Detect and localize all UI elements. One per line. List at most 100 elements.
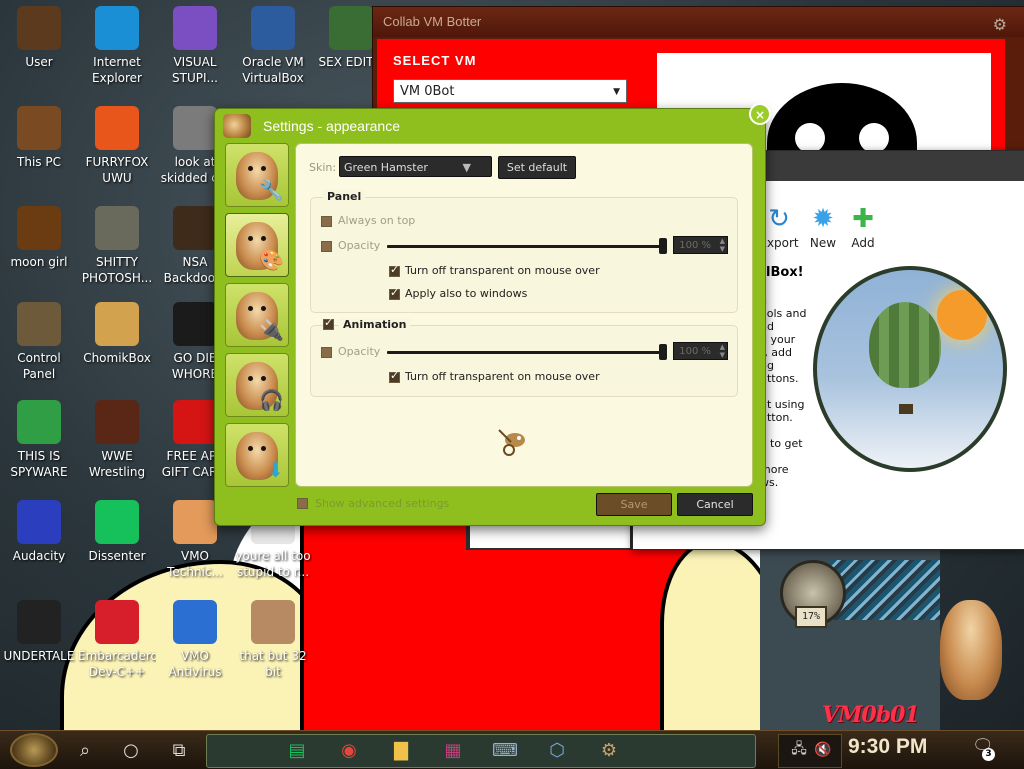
balloon-illustration	[813, 266, 1007, 472]
desktop-icon-label: This PC	[17, 155, 61, 169]
taskbar-clock[interactable]: 9:30 PM	[848, 735, 927, 759]
folder-icon[interactable]: ▇	[388, 737, 414, 763]
tab-downloads[interactable]: ⬇	[225, 423, 289, 487]
hamster-mascot[interactable]	[940, 600, 1002, 700]
animation-transparent-mouse-checkbox[interactable]	[389, 369, 400, 383]
spinner-arrows-icon[interactable]: ▲ ▼	[720, 343, 725, 359]
desktop-icon-label: Control Panel	[17, 351, 61, 381]
vbox-text-line: ng	[760, 359, 774, 372]
spinner-arrows-icon[interactable]: ▲ ▼	[720, 237, 725, 253]
search-icon[interactable]: ⌕	[72, 737, 98, 763]
settings-appearance-window[interactable]: Settings - appearance × 🔧 🎨 🔌 🎧 ⬇ Skin: …	[214, 103, 771, 526]
desktop-icon[interactable]: This PC	[0, 106, 78, 170]
desktop-icon[interactable]: UNDERTALE	[0, 600, 78, 664]
skin-select[interactable]: Green Hamster ▼	[339, 156, 492, 177]
desktop-icon[interactable]: FURRYFOX UWU	[78, 106, 156, 186]
skull-eye-right	[859, 123, 889, 153]
keyboard-icon[interactable]: ⌨	[492, 737, 518, 763]
desktop-icon[interactable]: WWE Wrestling	[78, 400, 156, 480]
vbox-text-line: ws.	[760, 476, 779, 489]
balloon-basket	[899, 404, 913, 414]
apply-windows-checkbox[interactable]	[389, 286, 400, 300]
notification-count-badge: 3	[982, 748, 995, 761]
close-button[interactable]: ×	[749, 103, 771, 125]
desktop-icon[interactable]: VISUAL STUPI...	[156, 6, 234, 86]
dissenter-icon[interactable]: ▤	[284, 737, 310, 763]
apply-windows-label: Apply also to windows	[405, 287, 528, 300]
always-on-top-label: Always on top	[338, 214, 416, 227]
start-button[interactable]	[10, 733, 58, 767]
tab-sounds[interactable]: 🎧	[225, 353, 289, 417]
desktop-icon-label: THIS IS SPYWARE	[10, 449, 68, 479]
gimp-icon	[95, 206, 139, 250]
animation-checkbox[interactable]	[323, 316, 334, 330]
vbox-text-line: uttons.	[760, 372, 799, 385]
desktop-icon[interactable]: ChomikBox	[78, 302, 156, 366]
desktop-icon[interactable]: SHITTY PHOTOSH...	[78, 206, 156, 286]
chrome-icon[interactable]: ◉	[336, 737, 362, 763]
desktop-icon[interactable]: User	[0, 6, 78, 70]
set-default-button[interactable]: Set default	[498, 156, 576, 179]
winrar-icon[interactable]: ▦	[440, 737, 466, 763]
desktop-icon[interactable]: that but 32 bit	[234, 600, 312, 680]
desktop-icon-label: Audacity	[12, 549, 66, 563]
animation-opacity-checkbox[interactable]	[321, 347, 332, 358]
panel-opacity-slider-thumb[interactable]	[659, 238, 667, 254]
desktop-icon-label: ChomikBox	[83, 351, 151, 365]
animation-opacity-slider-thumb[interactable]	[659, 344, 667, 360]
tab-general[interactable]: 🔧	[225, 143, 289, 207]
panel-group-title: Panel	[323, 190, 366, 203]
animation-opacity-value: 100 %	[679, 346, 711, 357]
animation-group: Animation Opacity 100 % ▲▼ Turn off tran…	[310, 316, 738, 397]
audacity-icon	[17, 500, 61, 544]
chevron-down-icon: ▼	[613, 87, 620, 97]
collab-titlebar[interactable]: Collab VM Botter ⚙	[373, 7, 1024, 37]
vbox-text-line: t, add	[760, 346, 793, 359]
volume-muted-icon[interactable]: 🔇	[810, 737, 836, 763]
vm-select-dropdown[interactable]: VM 0Bot ▼	[393, 79, 627, 103]
vbox-text-line: utton.	[760, 411, 793, 424]
desktop-icon[interactable]: Audacity	[0, 500, 78, 564]
desktop-icon[interactable]: Embarcadero Dev-C++	[78, 600, 156, 680]
panel-transparent-mouse-checkbox[interactable]	[389, 263, 400, 277]
lightbulb-icon	[17, 302, 61, 346]
tab-appearance[interactable]: 🎨	[225, 213, 289, 277]
animation-opacity-input[interactable]: 100 % ▲ ▼	[673, 342, 728, 360]
desktop-icon[interactable]: moon girl	[0, 206, 78, 270]
palette-icon: 🎨	[259, 248, 284, 272]
barrel-icon	[17, 206, 61, 250]
animation-group-title: Animation	[339, 318, 411, 331]
advanced-settings-label: Show advanced settings	[315, 497, 450, 510]
virtualbox-icon[interactable]: ⬡	[544, 737, 570, 763]
skin-select-value: Green Hamster	[344, 161, 428, 174]
cortana-icon[interactable]: ○	[118, 737, 144, 763]
animation-opacity-slider[interactable]	[387, 351, 663, 354]
virtualbox-icon	[251, 6, 295, 50]
advanced-settings-checkbox[interactable]	[297, 498, 308, 509]
gear-icon[interactable]: ⚙	[993, 11, 1007, 41]
save-button[interactable]: Save	[596, 493, 672, 516]
settings-titlebar[interactable]: Settings - appearance	[215, 109, 765, 143]
steampunk-pc-icon	[17, 106, 61, 150]
settings-title: Settings - appearance	[263, 118, 400, 134]
chomikbox-gear-icon[interactable]: ⚙	[596, 737, 622, 763]
panel-opacity-slider[interactable]	[387, 245, 663, 248]
panel-opacity-checkbox[interactable]	[321, 241, 332, 252]
tab-connection[interactable]: 🔌	[225, 283, 289, 347]
vbox-text-line	[760, 385, 812, 398]
desktop-icon[interactable]: VMO Antivirus	[156, 600, 234, 680]
cancel-button[interactable]: Cancel	[677, 493, 753, 516]
vbox-tool-add[interactable]: ✚ Add	[840, 204, 886, 250]
network-icon[interactable]: 🖧	[786, 737, 812, 763]
panel-opacity-input[interactable]: 100 % ▲ ▼	[673, 236, 728, 254]
desktop-icon[interactable]: THIS IS SPYWARE	[0, 400, 78, 480]
vbox-text-line: nt using	[760, 398, 805, 411]
task-view-icon[interactable]: ⧉	[166, 737, 192, 763]
download-arrow-icon: ⬇	[267, 458, 284, 482]
desktop-icon[interactable]: Oracle VM VirtualBox	[234, 6, 312, 86]
desktop-icon[interactable]: Dissenter	[78, 500, 156, 564]
desktop-icon[interactable]: Internet Explorer	[78, 6, 156, 86]
always-on-top-checkbox[interactable]	[321, 216, 332, 227]
desktop-icon[interactable]: Control Panel	[0, 302, 78, 382]
appearance-panel: Skin: Green Hamster ▼ Set default Panel …	[295, 143, 753, 487]
